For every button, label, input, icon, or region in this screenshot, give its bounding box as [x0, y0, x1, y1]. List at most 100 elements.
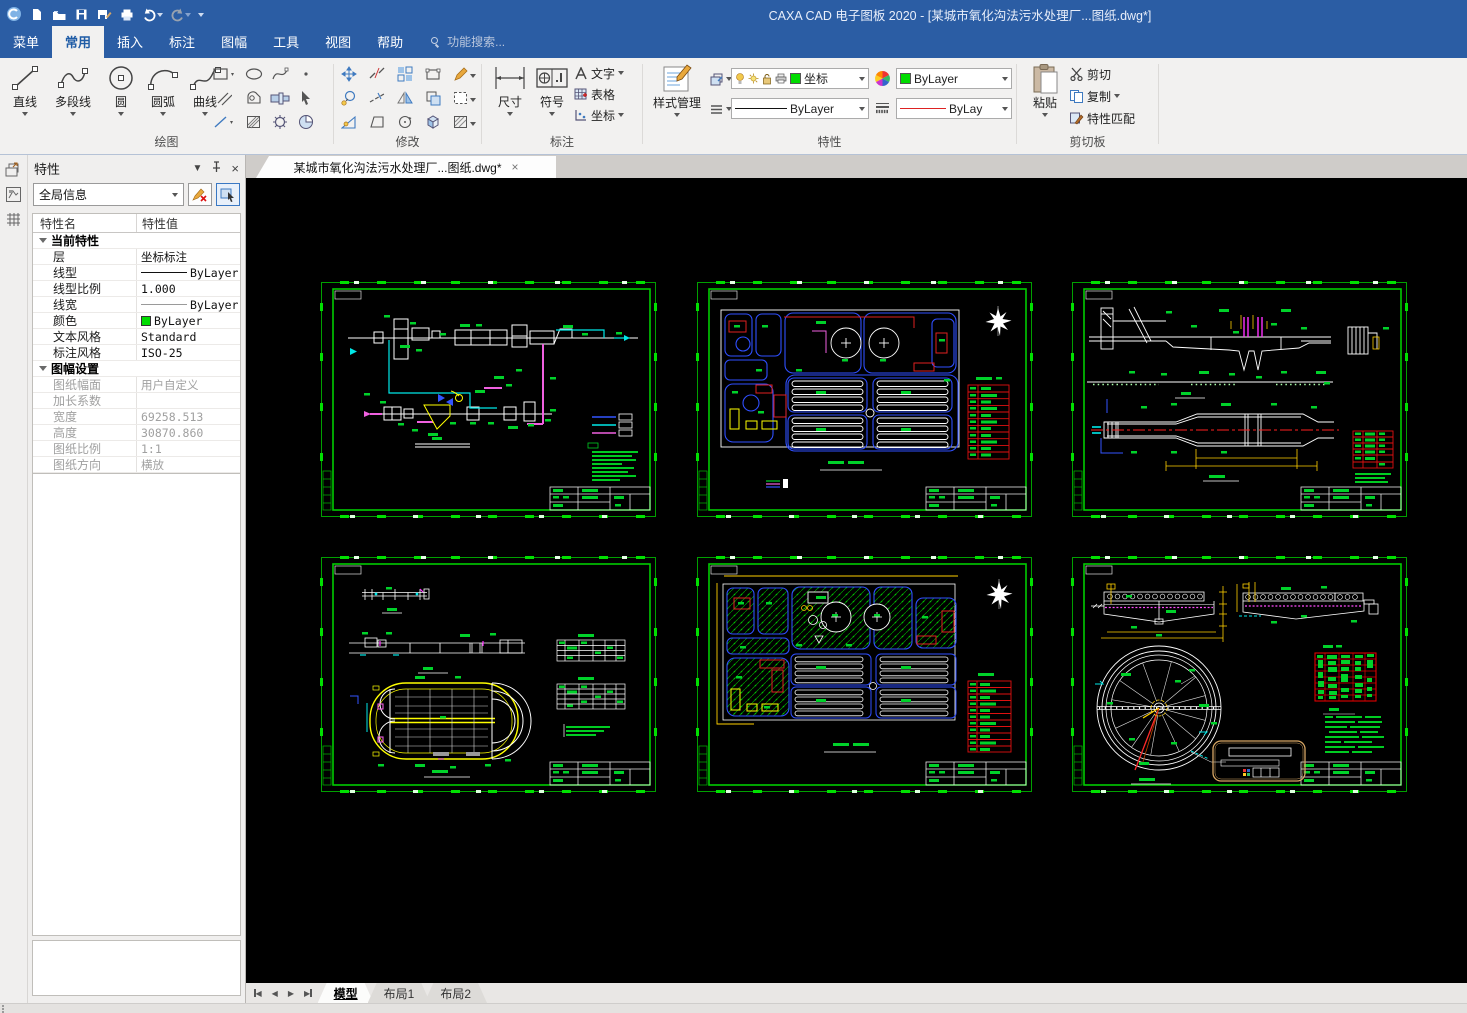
scope-combo-dropdown-icon[interactable] [172, 192, 178, 200]
select-entities-button[interactable] [216, 183, 240, 206]
property-row-3[interactable]: 线型比例 1.000 [33, 281, 240, 297]
menu-tab-5[interactable]: 工具 [260, 26, 312, 58]
panel-menu-icon[interactable]: ▼ [193, 163, 203, 174]
property-row-12[interactable]: 高度 30870.860 [33, 425, 240, 441]
text-dropdown-icon[interactable] [618, 71, 625, 78]
property-row-11[interactable]: 宽度 69258.513 [33, 409, 240, 425]
menu-tab-7[interactable]: 帮助 [364, 26, 416, 58]
rectangle-tool-icon[interactable] [213, 63, 235, 85]
edit-tool-icon[interactable] [450, 63, 476, 85]
panel-tab-properties-icon[interactable] [5, 161, 22, 178]
menu-tab-1[interactable]: 常用 [52, 26, 105, 58]
circle-dropdown-icon[interactable] [118, 112, 124, 119]
last-sheet-icon[interactable]: ▶ [304, 989, 312, 998]
copy-button[interactable]: 复制 [1069, 86, 1135, 106]
property-row-6[interactable]: 文本风格 Standard [33, 329, 240, 345]
open-file-icon[interactable] [51, 7, 67, 22]
chamfer-tool-icon[interactable] [366, 111, 388, 133]
document-tab-close-icon[interactable]: × [512, 160, 519, 174]
spline-dropdown-icon[interactable] [202, 112, 208, 119]
new-file-icon[interactable] [29, 7, 44, 22]
bolt-tool-icon[interactable] [269, 87, 291, 109]
scope-combo[interactable]: 全局信息 [33, 183, 184, 206]
match-properties-button[interactable]: 特性匹配 [1069, 108, 1135, 128]
linetype-combo[interactable]: ByLayer [731, 98, 869, 119]
app-logo-icon[interactable] [6, 6, 22, 22]
scale-tool-icon[interactable] [338, 111, 360, 133]
polygon-tool-icon[interactable] [243, 87, 265, 109]
text-button[interactable]: 文字 [574, 63, 625, 83]
polyline-dropdown-icon[interactable] [70, 112, 76, 119]
layer-combo[interactable]: 坐标 [731, 68, 869, 89]
divide-tool-icon[interactable] [366, 87, 388, 109]
pie-chart-icon[interactable] [295, 111, 317, 133]
sheet-tab-2[interactable]: 布局2 [424, 983, 487, 1003]
polyline-tool-button[interactable]: 多段线 [47, 60, 99, 119]
dimension-button[interactable]: 尺寸 [490, 60, 530, 119]
save-as-icon[interactable] [96, 7, 112, 22]
array-tool-icon[interactable] [394, 63, 416, 85]
move-tool-icon[interactable] [338, 63, 360, 85]
parallel-line-icon[interactable] [213, 87, 235, 109]
gear-tool-icon[interactable] [269, 111, 291, 133]
panel-tab-blocks-icon[interactable] [5, 186, 22, 203]
next-sheet-icon[interactable]: ▶ [288, 989, 294, 998]
undo-dropdown-icon[interactable] [157, 12, 163, 20]
lineweight-combo[interactable]: ByLay [896, 98, 1012, 119]
print-icon[interactable] [119, 7, 135, 22]
mirror-tool-icon[interactable] [394, 87, 416, 109]
circle-tool-button[interactable]: 圆 [101, 60, 141, 119]
offset-tool-icon[interactable] [338, 87, 360, 109]
lineweight-combo-dropdown-icon[interactable] [1002, 106, 1008, 114]
sheet-tab-1[interactable]: 布局1 [368, 983, 431, 1003]
prev-sheet-icon[interactable]: ◀ [272, 989, 278, 998]
stretch-tool-icon[interactable] [422, 63, 444, 85]
clear-edit-button[interactable] [188, 183, 212, 206]
redo-button[interactable] [170, 7, 191, 22]
property-row-0[interactable]: 当前特性 [33, 233, 240, 249]
property-row-14[interactable]: 图纸方向 横放 [33, 457, 240, 473]
first-sheet-icon[interactable]: ◀ [254, 989, 262, 998]
break-tool-icon[interactable] [366, 63, 388, 85]
layer-combo-dropdown-icon[interactable] [859, 76, 865, 84]
sketch-line-icon[interactable] [213, 111, 235, 133]
arc-dropdown-icon[interactable] [160, 112, 166, 119]
pick-arrow-icon[interactable] [295, 87, 317, 109]
paste-button[interactable]: 粘贴 [1025, 61, 1065, 120]
rotate-tool-icon[interactable] [394, 111, 416, 133]
edit-dropdown-icon[interactable] [470, 74, 476, 81]
function-search[interactable]: 功能搜索... [430, 33, 505, 58]
point-tool-icon[interactable] [295, 63, 317, 85]
drawing-canvas[interactable] [246, 178, 1467, 983]
property-row-13[interactable]: 图纸比例 1:1 [33, 441, 240, 457]
region-dropdown-icon[interactable] [470, 122, 476, 129]
property-row-4[interactable]: 线宽 ByLayer [33, 297, 240, 313]
arc-tool-button[interactable]: 圆弧 [143, 60, 183, 119]
copy-dropdown-icon[interactable] [1114, 94, 1121, 101]
menu-tab-6[interactable]: 视图 [312, 26, 364, 58]
coordinate-button[interactable]: 坐标 [574, 105, 625, 125]
property-row-1[interactable]: 层坐标标注 [33, 249, 240, 265]
property-row-7[interactable]: 标注风格 ISO-25 [33, 345, 240, 361]
layer-tool-button[interactable] [709, 69, 732, 89]
panel-pin-icon[interactable] [211, 160, 222, 176]
formula-curve-icon[interactable] [269, 63, 291, 85]
symbol-dropdown-icon[interactable] [549, 112, 555, 119]
customize-qat-icon[interactable] [198, 12, 204, 20]
hatch-tool-icon[interactable] [243, 111, 265, 133]
save-icon[interactable] [74, 7, 89, 22]
style-manage-dropdown-icon[interactable] [674, 113, 680, 120]
wipeout-dropdown-icon[interactable] [470, 98, 476, 105]
cut-button[interactable]: 剪切 [1069, 64, 1135, 84]
corner-join-icon[interactable] [422, 87, 444, 109]
coordinate-dropdown-icon[interactable] [618, 113, 625, 120]
symbol-button[interactable]: 符号 [532, 60, 572, 119]
property-row-9[interactable]: 图纸幅面 用户自定义 [33, 377, 240, 393]
style-manage-button[interactable]: 样式管理 [648, 61, 706, 120]
color-combo-dropdown-icon[interactable] [1002, 76, 1008, 84]
panel-close-icon[interactable]: × [231, 161, 239, 176]
property-row-2[interactable]: 线型 ByLayer [33, 265, 240, 281]
menu-tab-4[interactable]: 图幅 [208, 26, 260, 58]
undo-button[interactable] [142, 7, 163, 22]
line-tool-button[interactable]: 直线 [5, 60, 45, 119]
